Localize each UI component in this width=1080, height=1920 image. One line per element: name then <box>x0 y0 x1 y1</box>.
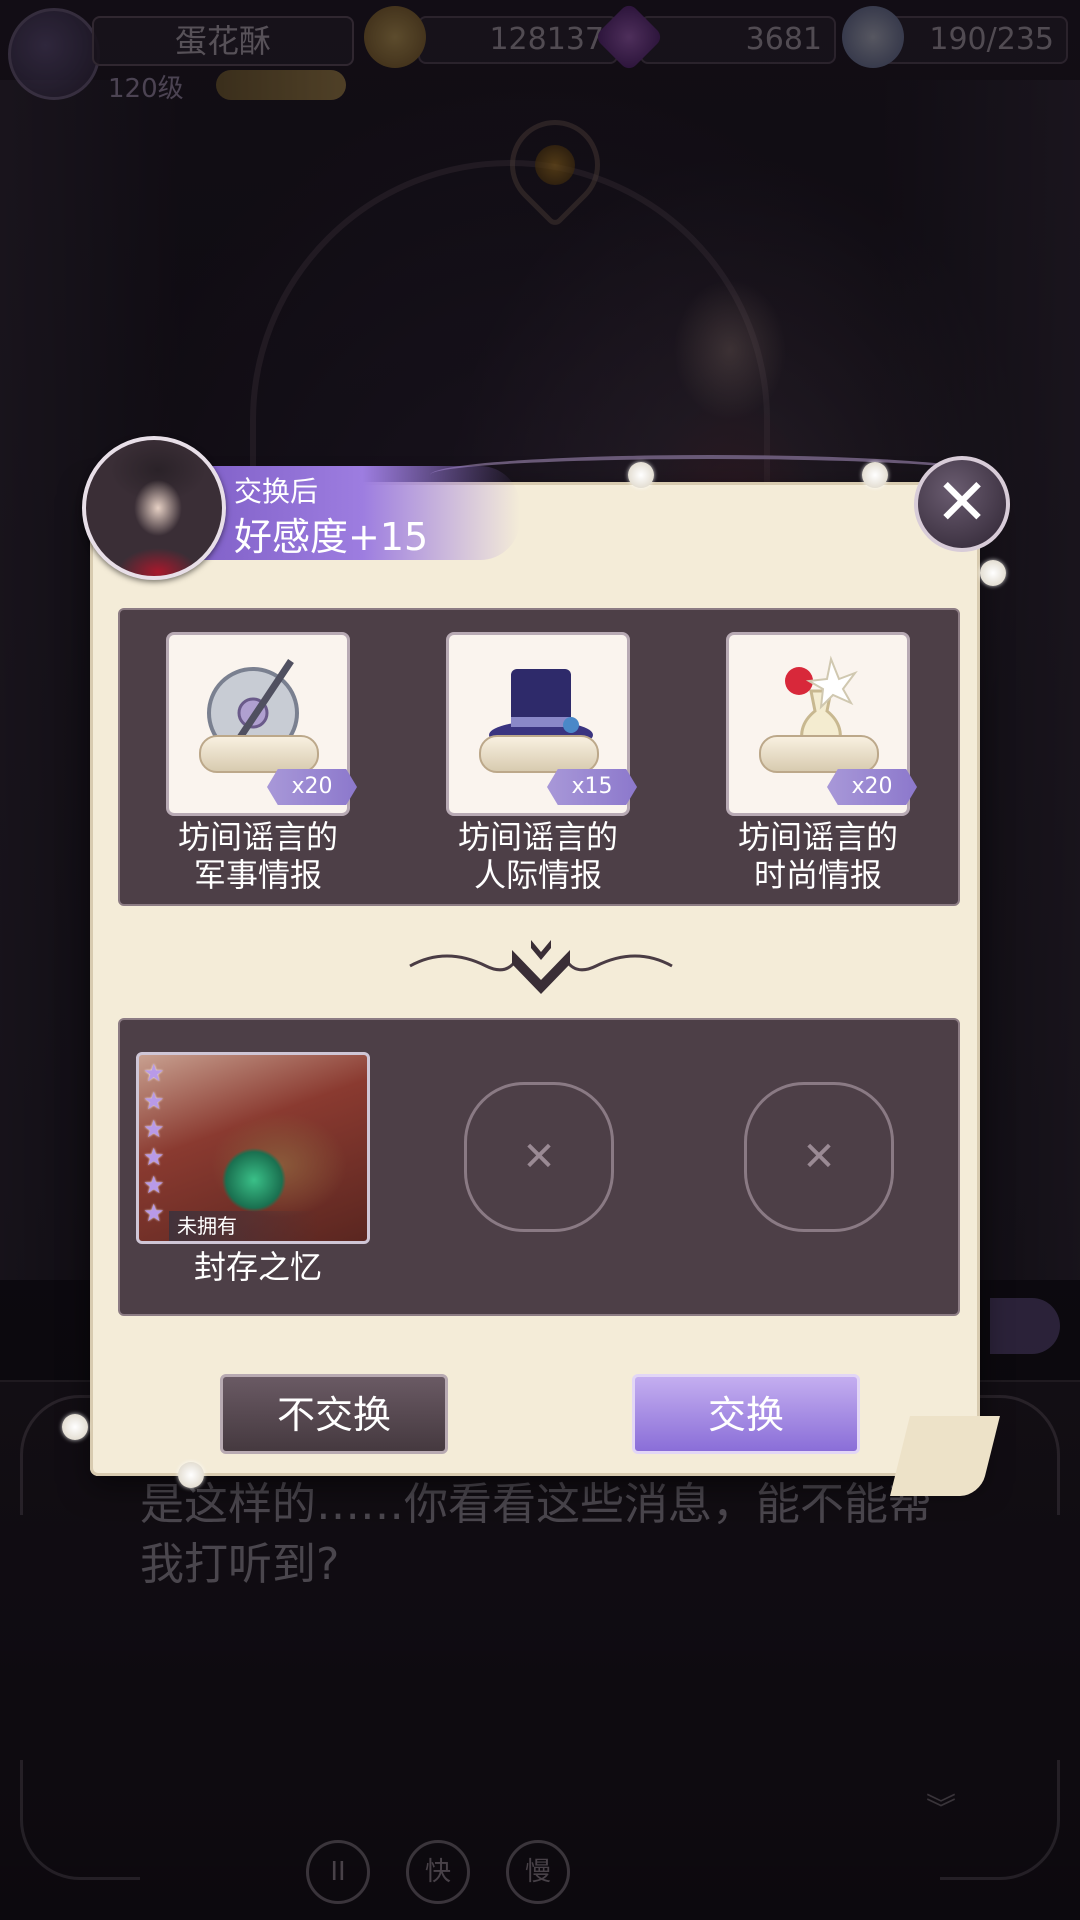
scroll-decoration <box>199 735 319 773</box>
item-quantity: x20 <box>827 769 917 805</box>
scroll-decoration <box>479 735 599 773</box>
exchange-button[interactable]: 交换 <box>632 1374 860 1454</box>
empty-slot-icon: ✕ <box>464 1082 614 1232</box>
item-quantity: x20 <box>267 769 357 805</box>
reward-card-sealed-memory[interactable]: ★ ★ ★ ★ ★ ★ 未拥有 <box>136 1052 370 1244</box>
offer-item-military[interactable]: x20 <box>166 632 357 816</box>
scroll-decoration <box>759 735 879 773</box>
offer-item-label: 坊间谣言的 人际情报 <box>457 818 618 894</box>
ownership-status: 未拥有 <box>169 1211 319 1241</box>
affection-bonus: 好感度+15 <box>234 515 429 559</box>
star-rating-icon: ★ ★ ★ ★ ★ ★ <box>143 1059 165 1227</box>
close-icon: ✕ <box>935 466 989 540</box>
rose-decoration <box>178 1462 204 1488</box>
rose-decoration <box>62 1414 88 1440</box>
double-chevron-down-icon <box>409 940 673 994</box>
offer-item-social[interactable]: x15 <box>446 632 637 816</box>
item-quantity: x15 <box>547 769 637 805</box>
ribbon-subtitle: 交换后 <box>234 475 319 508</box>
reward-label: 封存之忆 <box>193 1248 322 1286</box>
close-button[interactable]: ✕ <box>914 456 1010 552</box>
offer-item-fashion[interactable]: x20 <box>726 632 917 816</box>
empty-slot-icon: ✕ <box>744 1082 894 1232</box>
decline-button[interactable]: 不交换 <box>220 1374 448 1454</box>
rose-decoration <box>980 560 1006 586</box>
rose-decoration <box>862 462 888 488</box>
offer-item-label: 坊间谣言的 时尚情报 <box>737 818 898 894</box>
offer-item-label: 坊间谣言的 军事情报 <box>177 818 338 894</box>
character-avatar <box>82 436 226 580</box>
rose-decoration <box>628 462 654 488</box>
